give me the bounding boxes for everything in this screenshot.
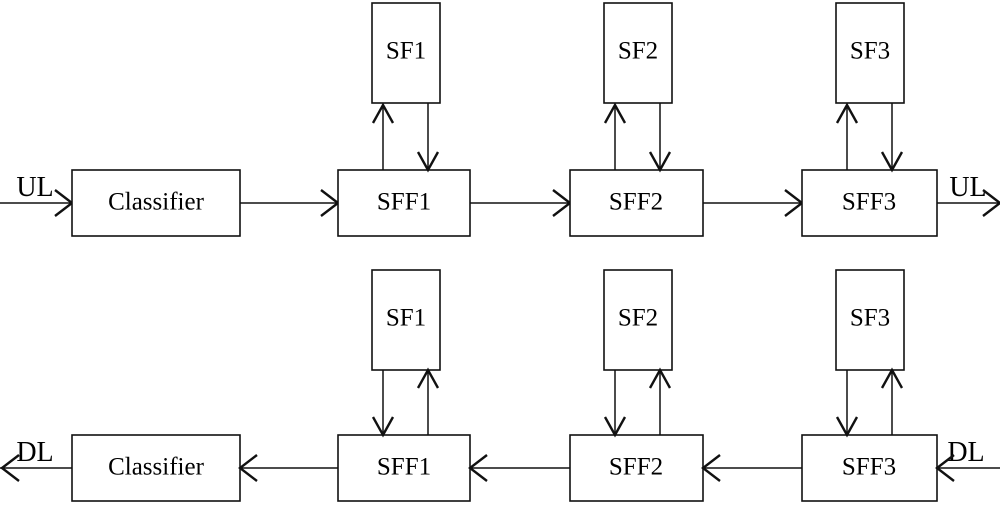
downlink-link-sff1-classifier: [238, 454, 338, 482]
uplink-link-sf3-to-sff3: [880, 103, 904, 173]
uplink-sf2-label: SF2: [618, 38, 658, 65]
downlink-link-sf3-to-sff3: [835, 370, 859, 438]
service-function-chain-diagram: UL Classifier SFF1 SF1 SFF2 SF2 SFF3 SF3…: [0, 2, 1000, 502]
uplink-sf3-label: SF3: [850, 38, 890, 65]
downlink-output-group: DL: [0, 437, 72, 482]
downlink-sf3-node[interactable]: SF3: [835, 269, 905, 371]
downlink-sff3-label: SFF3: [842, 454, 896, 481]
downlink-sf3-label: SF3: [850, 305, 890, 332]
downlink-output-label: DL: [16, 437, 53, 468]
downlink-link-sff2-to-sf2: [648, 367, 672, 435]
uplink-link-sff2-to-sf2: [603, 102, 627, 170]
downlink-classifier-node[interactable]: Classifier: [71, 434, 241, 502]
uplink-sf1-label: SF1: [386, 38, 426, 65]
uplink-output-label: UL: [949, 172, 986, 203]
uplink-link-sff1-to-sf1: [371, 102, 395, 170]
uplink-output-group: UL: [937, 172, 1000, 217]
downlink-sf2-node[interactable]: SF2: [603, 269, 673, 371]
downlink-link-sf1-to-sff1: [371, 370, 395, 438]
uplink-sf3-node[interactable]: SF3: [835, 2, 905, 104]
uplink-link-sf2-to-sff2: [648, 103, 672, 173]
uplink-sff1-label: SFF1: [377, 189, 431, 216]
downlink-input-group: DL: [935, 437, 1000, 482]
downlink-sf2-label: SF2: [618, 305, 658, 332]
uplink-classifier-node[interactable]: Classifier: [71, 169, 241, 237]
uplink-sf1-node[interactable]: SF1: [371, 2, 441, 104]
downlink-sff1-node[interactable]: SFF1: [337, 434, 471, 502]
downlink-link-sff2-sff1: [468, 454, 570, 482]
uplink-sf2-node[interactable]: SF2: [603, 2, 673, 104]
uplink-input-label: UL: [16, 172, 53, 203]
uplink-input-group: UL: [0, 172, 74, 217]
uplink-link-sff2-sff3: [703, 189, 804, 217]
downlink-sff3-node[interactable]: SFF3: [801, 434, 938, 502]
uplink-link-sff3-to-sf3: [835, 102, 859, 170]
uplink-sff3-node[interactable]: SFF3: [801, 169, 938, 237]
downlink-classifier-label: Classifier: [108, 454, 204, 481]
uplink-classifier-label: Classifier: [108, 189, 204, 216]
downlink-sff1-label: SFF1: [377, 454, 431, 481]
uplink-sff2-node[interactable]: SFF2: [569, 169, 704, 237]
downlink-sf1-node[interactable]: SF1: [371, 269, 441, 371]
downlink-link-sff3-sff2: [701, 454, 802, 482]
downlink-sff2-label: SFF2: [609, 454, 663, 481]
uplink-sff1-node[interactable]: SFF1: [337, 169, 471, 237]
downlink-input-label: DL: [947, 437, 984, 468]
uplink-link-classifier-sff1: [240, 189, 340, 217]
uplink-link-sff1-sff2: [470, 189, 572, 217]
uplink-link-sf1-to-sff1: [416, 103, 440, 173]
downlink-link-sff1-to-sf1: [416, 367, 440, 435]
downlink-link-sf2-to-sff2: [603, 370, 627, 438]
uplink-sff3-label: SFF3: [842, 189, 896, 216]
downlink-link-sff3-to-sf3: [880, 367, 904, 435]
diagram-canvas: UL Classifier SFF1 SF1 SFF2 SF2 SFF3 SF3…: [0, 0, 1000, 507]
downlink-sff2-node[interactable]: SFF2: [569, 434, 704, 502]
downlink-sf1-label: SF1: [386, 305, 426, 332]
uplink-sff2-label: SFF2: [609, 189, 663, 216]
